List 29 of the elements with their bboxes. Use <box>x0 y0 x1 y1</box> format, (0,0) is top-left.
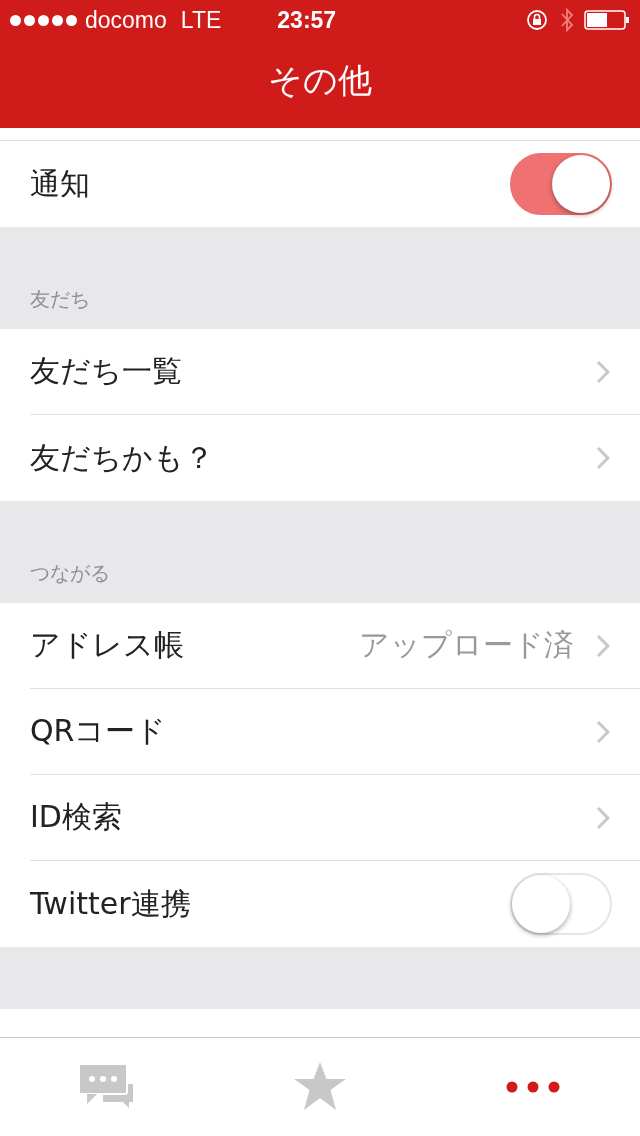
signal-icon <box>10 14 77 26</box>
battery-icon <box>584 10 630 30</box>
more-icon <box>506 1081 561 1093</box>
screen-title: その他 <box>268 59 372 102</box>
settings-row[interactable]: アドレス帳 アップロード済 <box>30 603 640 689</box>
carrier-name: docomo <box>85 6 167 34</box>
status-time: 23:57 <box>277 6 337 34</box>
row-detail: アップロード済 <box>359 626 574 664</box>
section-header: 友だち <box>30 286 90 313</box>
settings-row[interactable]: Twitter連携 <box>0 861 640 947</box>
network-type: LTE <box>180 6 222 34</box>
chat-icon <box>78 1064 135 1110</box>
chevron-icon <box>596 633 610 658</box>
section-header: つながる <box>30 560 110 587</box>
bluetooth-icon <box>560 7 574 33</box>
list-row[interactable] <box>0 1009 640 1037</box>
settings-row[interactable]: ID検索 <box>30 775 640 861</box>
toggle-switch[interactable] <box>510 153 612 215</box>
chevron-icon <box>596 719 610 744</box>
rotation-lock-icon <box>526 8 550 32</box>
list-row[interactable] <box>0 128 640 141</box>
settings-row[interactable]: 友だちかも？ <box>0 415 640 501</box>
star-icon <box>294 1062 346 1112</box>
chevron-icon <box>596 805 610 830</box>
settings-row[interactable]: 通知 <box>0 141 640 227</box>
chevron-icon <box>596 446 610 470</box>
settings-row[interactable]: QRコード <box>30 689 640 775</box>
chevron-icon <box>596 359 610 384</box>
settings-row[interactable]: 友だち一覧 <box>30 329 640 415</box>
